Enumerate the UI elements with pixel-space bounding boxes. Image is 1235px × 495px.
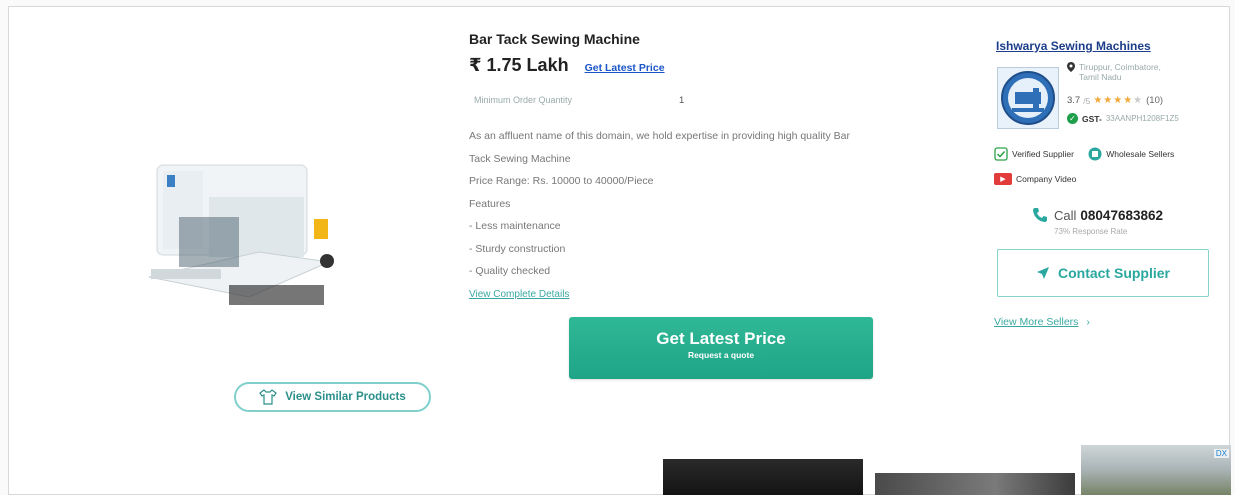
- description-line: Price Range: Rs. 10000 to 40000/Piece: [469, 175, 654, 187]
- verified-icon: [994, 147, 1008, 161]
- verified-supplier-badge: Verified Supplier: [994, 147, 1074, 161]
- supplier-badges: Verified Supplier Wholesale Sellers ▶ Co…: [994, 147, 1186, 185]
- get-latest-price-button[interactable]: Get Latest Price Request a quote: [569, 317, 873, 379]
- supplier-logo-image: [1001, 71, 1055, 125]
- view-more-sellers-label: View More Sellers: [994, 316, 1079, 328]
- contact-supplier-label: Contact Supplier: [1057, 265, 1170, 281]
- response-rate: 73% Response Rate: [1054, 227, 1128, 236]
- view-more-sellers-link[interactable]: View More Sellers ›: [994, 316, 1090, 328]
- supplier-location: Tiruppur, Coimbatore, Tamil Nadu: [1067, 62, 1161, 82]
- description-line: - Less maintenance: [469, 220, 561, 232]
- product-card: View Similar Products Bar Tack Sewing Ma…: [8, 6, 1231, 495]
- chevron-right-icon: ›: [1086, 316, 1090, 328]
- wholesale-sellers-badge: Wholesale Sellers: [1088, 147, 1174, 161]
- rating-stars: ★★★★★: [1093, 95, 1143, 106]
- gst-row: ✓ GST- 33AANPH1208F1Z5: [1067, 113, 1179, 124]
- rating-score: 3.7: [1067, 95, 1081, 106]
- moq-row: Minimum Order Quantity 1: [474, 95, 684, 106]
- company-video-badge[interactable]: ▶ Company Video: [994, 173, 1076, 185]
- moq-label: Minimum Order Quantity: [474, 95, 573, 105]
- contact-supplier-button[interactable]: Contact Supplier: [997, 249, 1209, 297]
- description-line: As an affluent name of this domain, we h…: [469, 130, 850, 142]
- description-line: Features: [469, 197, 511, 210]
- product-title: Bar Tack Sewing Machine: [469, 31, 640, 47]
- supplier-name-link[interactable]: Ishwarya Sewing Machines: [996, 39, 1151, 53]
- location-line2: Tamil Nadu: [1079, 72, 1122, 82]
- product-description: As an affluent name of this domain, we h…: [469, 125, 964, 283]
- send-icon: [1036, 267, 1049, 279]
- location-pin-icon: [1067, 62, 1075, 72]
- product-image[interactable]: [139, 157, 339, 322]
- gst-label: GST-: [1082, 113, 1102, 124]
- description-line: - Sturdy construction: [469, 242, 566, 255]
- description-line: - Quality checked: [469, 265, 551, 277]
- view-similar-products-button[interactable]: View Similar Products: [234, 382, 431, 412]
- rating-outof: /5: [1083, 95, 1091, 106]
- verified-supplier-label: Verified Supplier: [1012, 149, 1074, 159]
- price-row: ₹ 1.75 Lakh Get Latest Price: [469, 55, 665, 76]
- moq-value: 1: [679, 95, 685, 106]
- rating-count: (10): [1146, 95, 1164, 106]
- cta-main-label: Get Latest Price: [656, 329, 786, 348]
- call-label: Call: [1054, 207, 1077, 223]
- location-line1: Tiruppur, Coimbatore,: [1079, 62, 1161, 72]
- view-complete-details-link[interactable]: View Complete Details: [469, 289, 569, 300]
- gst-number: 33AANPH1208F1Z5: [1105, 114, 1179, 123]
- related-product-thumbnail[interactable]: [663, 459, 863, 495]
- call-supplier[interactable]: Call 08047683862: [1032, 207, 1163, 223]
- ad-choices-badge[interactable]: DX: [1213, 449, 1229, 458]
- supplier-rating[interactable]: 3.7/5 ★★★★★ (10): [1067, 95, 1163, 106]
- star-filled-icon: ★★★★: [1093, 95, 1134, 106]
- shirt-icon: [259, 389, 278, 405]
- related-product-thumbnail[interactable]: [875, 473, 1075, 495]
- wholesale-icon: [1088, 147, 1102, 161]
- ad-banner[interactable]: DX: [1081, 445, 1231, 495]
- cta-sub-label: Request a quote: [687, 350, 755, 360]
- sewing-machine-image: [148, 164, 334, 305]
- supplier-logo[interactable]: [997, 67, 1059, 129]
- get-latest-price-link[interactable]: Get Latest Price: [585, 62, 665, 74]
- wholesale-sellers-label: Wholesale Sellers: [1106, 149, 1175, 159]
- star-empty-icon: ★: [1133, 95, 1144, 106]
- phone-number: 08047683862: [1080, 207, 1163, 223]
- product-price: ₹ 1.75 Lakh: [469, 55, 569, 75]
- view-similar-label: View Similar Products: [285, 391, 406, 403]
- video-icon: ▶: [994, 173, 1012, 185]
- phone-icon: [1033, 208, 1047, 222]
- description-line: Tack Sewing Machine: [469, 152, 571, 165]
- company-video-label: Company Video: [1016, 174, 1077, 184]
- check-icon: ✓: [1067, 113, 1078, 124]
